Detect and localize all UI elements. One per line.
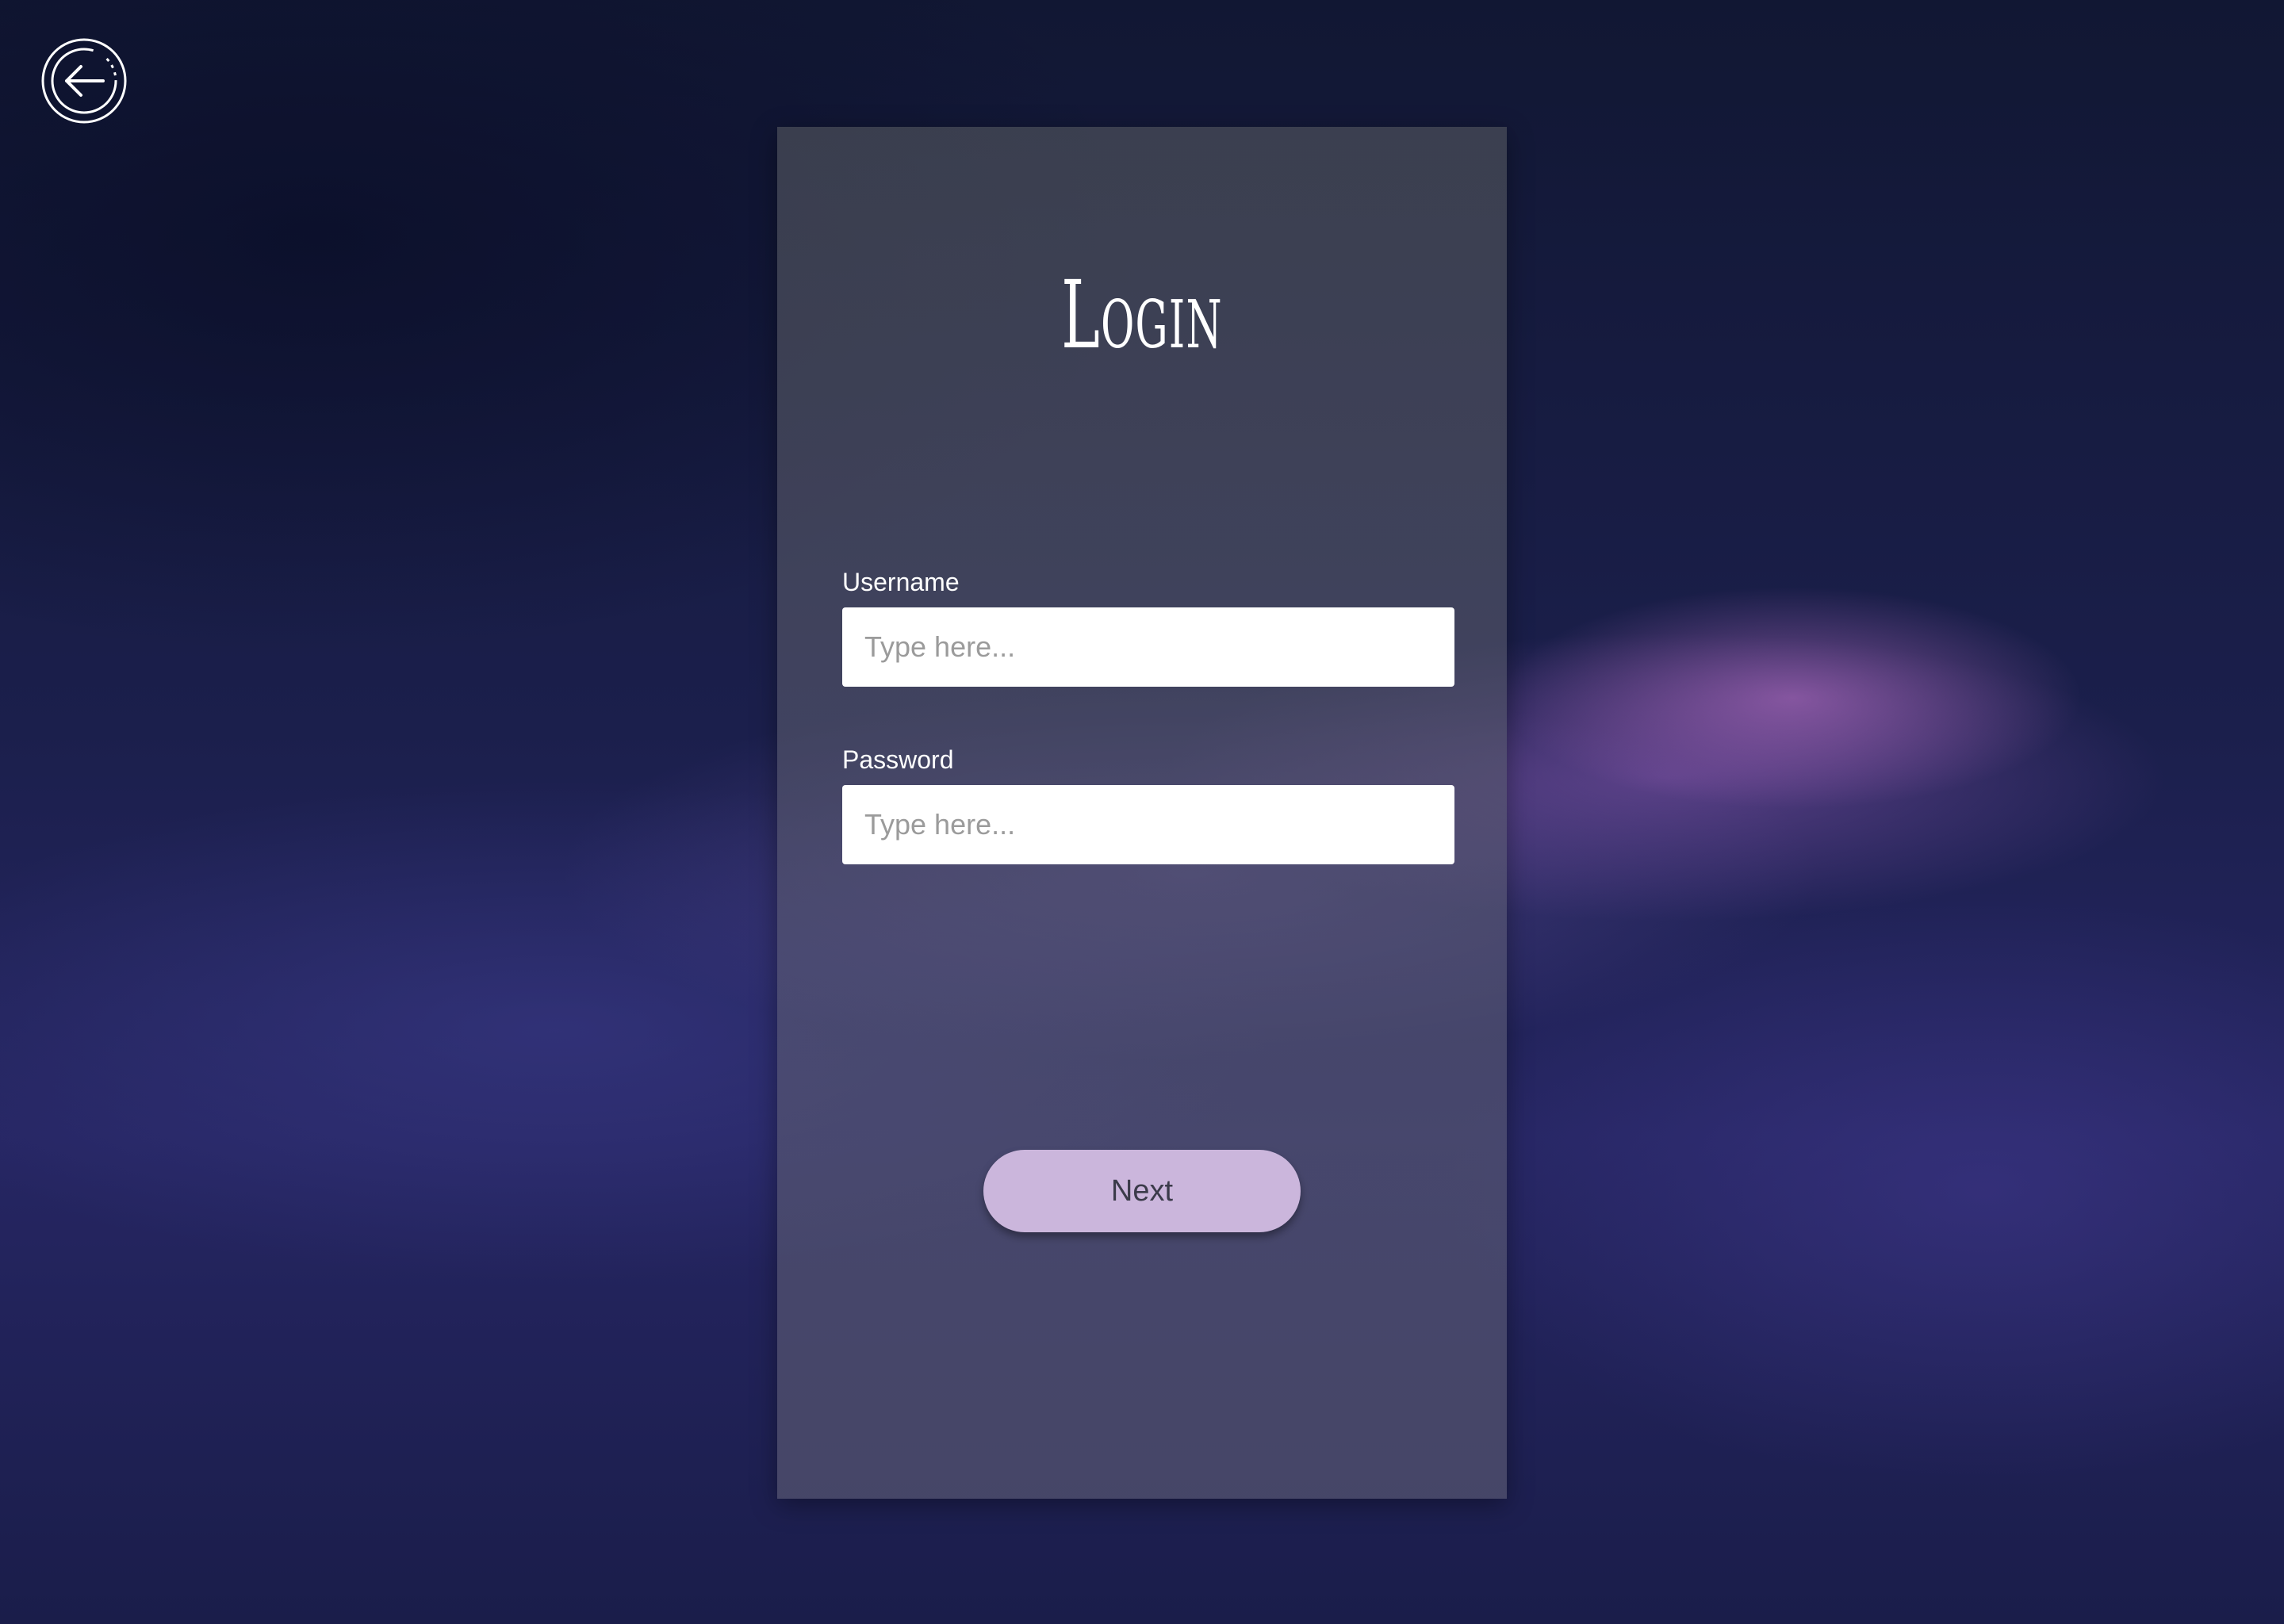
username-input[interactable] bbox=[842, 607, 1454, 687]
username-label: Username bbox=[842, 568, 960, 596]
login-card: Login Username Password Next bbox=[777, 127, 1507, 1499]
page-title: Login bbox=[1061, 260, 1223, 370]
next-button[interactable]: Next bbox=[983, 1150, 1301, 1232]
password-label: Password bbox=[842, 745, 954, 774]
password-input[interactable] bbox=[842, 785, 1454, 864]
back-button[interactable] bbox=[41, 38, 127, 124]
arrow-left-icon bbox=[41, 38, 127, 124]
